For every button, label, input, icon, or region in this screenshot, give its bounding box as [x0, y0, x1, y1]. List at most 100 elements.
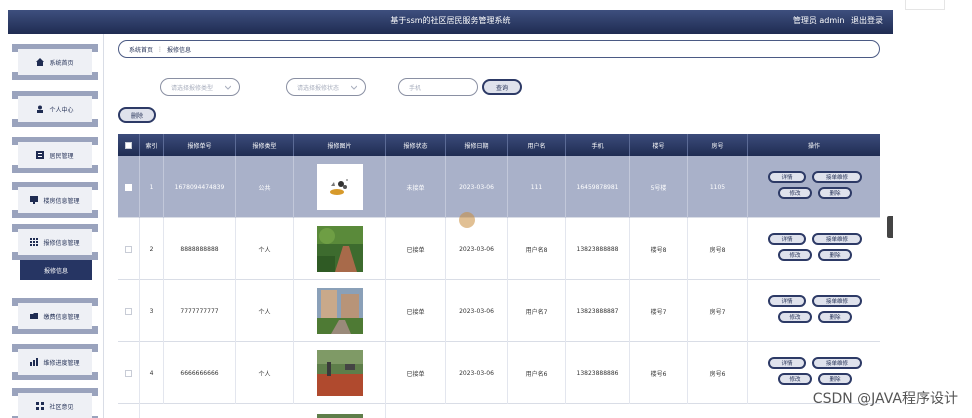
- cell-index: 2: [140, 218, 164, 280]
- cell-status: 已接单: [386, 342, 446, 404]
- row-select-cell[interactable]: [118, 218, 140, 280]
- cell-order-no: 8888888888: [164, 218, 236, 280]
- app-title: 基于ssm的社区居民服务管理系统: [390, 16, 511, 25]
- delete-button[interactable]: 删除: [118, 107, 156, 123]
- row-checkbox[interactable]: [125, 183, 132, 191]
- row-checkbox[interactable]: [125, 245, 132, 253]
- phone-input[interactable]: 手机: [398, 78, 478, 96]
- row-delete-button[interactable]: 删除: [818, 249, 852, 261]
- cell-building: 楼号8: [630, 218, 688, 280]
- sidebar-item-label: 系统首页: [49, 59, 74, 67]
- cell-phone: 13823888887: [566, 280, 630, 342]
- cell-image: [294, 280, 386, 342]
- repair-image-cartoon[interactable]: [316, 164, 363, 210]
- header-room: 房号: [688, 134, 748, 156]
- edit-button[interactable]: 修改: [778, 249, 812, 261]
- scroll-handle[interactable]: [887, 216, 893, 238]
- home-icon: [36, 58, 45, 66]
- row-select-cell[interactable]: [118, 280, 140, 342]
- cell-date: 2023-03-06: [446, 280, 508, 342]
- repair-status-select[interactable]: 请选择报修状态: [286, 78, 366, 96]
- accept-repair-button[interactable]: 接单维修: [812, 171, 862, 183]
- cell-date: 2023-03-06: [446, 156, 508, 218]
- accept-repair-button[interactable]: 接单维修: [812, 233, 862, 245]
- row-delete-button[interactable]: 删除: [818, 311, 852, 323]
- table-row[interactable]: 4 6666666666 个人 已接单 2023-03-06 用户名6 1382…: [118, 342, 880, 404]
- sidebar-item-repairs[interactable]: 报修信息管理: [12, 224, 98, 260]
- repair-image-playground[interactable]: [316, 350, 363, 396]
- query-button[interactable]: 查询: [482, 79, 522, 95]
- detail-button[interactable]: 详情: [768, 295, 806, 307]
- user-icon: [37, 105, 44, 113]
- edit-button[interactable]: 修改: [778, 187, 812, 199]
- sidebar-item-buildings[interactable]: 楼房信息管理: [12, 182, 98, 218]
- accept-repair-button[interactable]: 接单维修: [812, 295, 862, 307]
- repair-image-apartments[interactable]: [316, 288, 363, 334]
- sidebar-item-label: 报修信息管理: [43, 239, 80, 247]
- sidebar-item-home[interactable]: 系统首页: [12, 44, 98, 80]
- watermark-text: CSDN @JAVA程序设计: [812, 391, 958, 407]
- breadcrumb: 系统首页 ⋮ 报修信息: [118, 40, 880, 58]
- cell-room: 房号6: [688, 342, 748, 404]
- detail-button[interactable]: 详情: [768, 357, 806, 369]
- sidebar-item-progress[interactable]: 维修进度管理: [12, 344, 98, 380]
- sidebar-item-label: 楼房信息管理: [43, 197, 80, 205]
- cell-index: 3: [140, 280, 164, 342]
- logout-link[interactable]: 退出登录: [851, 16, 883, 25]
- table-header: 索引 报修单号 报修类型 报修图片 报修状态 报修日期 用户名 手机 楼号 房号…: [118, 134, 880, 156]
- sidebar-item-profile[interactable]: 个人中心: [12, 91, 98, 127]
- phone-placeholder: 手机: [409, 84, 422, 92]
- row-select-cell[interactable]: [118, 156, 140, 218]
- cell-username: 用户名8: [508, 218, 566, 280]
- cell-type: 个人: [236, 280, 294, 342]
- accept-repair-button[interactable]: 接单维修: [812, 357, 862, 369]
- edit-button[interactable]: 修改: [778, 373, 812, 385]
- row-checkbox[interactable]: [125, 307, 132, 315]
- list-icon: [36, 151, 45, 159]
- repair-image-garden[interactable]: [316, 226, 363, 272]
- cell-type: 个人: [236, 218, 294, 280]
- sidebar-item-label: 维修进度管理: [43, 359, 80, 367]
- table-row[interactable]: 2 8888888888 个人 已接单 2023-03-06 用户名8 1382…: [118, 218, 880, 280]
- cell-building: 楼号6: [630, 342, 688, 404]
- sidebar-item-payments[interactable]: 缴费信息管理: [12, 298, 98, 334]
- apps-icon: [36, 402, 45, 410]
- chevron-down-icon: [225, 85, 231, 90]
- cell-date: 2023-03-06: [446, 342, 508, 404]
- repair-status-placeholder: 请选择报修状态: [297, 84, 340, 92]
- header-date: 报修日期: [446, 134, 508, 156]
- cell-index: 4: [140, 342, 164, 404]
- current-user: 管理员 admin: [792, 16, 845, 25]
- table-row-partial: [118, 404, 880, 418]
- header-select-all[interactable]: [118, 134, 140, 156]
- user-area: 管理员 admin 退出登录: [789, 15, 883, 26]
- header-type: 报修类型: [236, 134, 294, 156]
- table-row[interactable]: 1 1678094474839 公共 未接单 2023-03-06 111 16…: [118, 156, 880, 218]
- cell-date: 2023-03-06: [446, 218, 508, 280]
- detail-button[interactable]: 详情: [768, 233, 806, 245]
- edit-button[interactable]: 修改: [778, 311, 812, 323]
- detail-button[interactable]: 详情: [768, 171, 806, 183]
- cell-type: 公共: [236, 156, 294, 218]
- repair-image-partial: [316, 414, 363, 418]
- cell-room: 房号7: [688, 280, 748, 342]
- row-delete-button[interactable]: 删除: [818, 187, 852, 199]
- row-delete-button[interactable]: 删除: [818, 373, 852, 385]
- chart-icon: [30, 358, 39, 366]
- row-checkbox[interactable]: [125, 369, 132, 377]
- cell-phone: 16459878981: [566, 156, 630, 218]
- row-select-cell[interactable]: [118, 342, 140, 404]
- cell-actions: 详情 接单维修 修改 删除: [748, 156, 880, 218]
- submenu-repair-info[interactable]: 报修信息: [20, 260, 92, 280]
- sidebar-item-residents[interactable]: 居民管理: [12, 137, 98, 173]
- repair-type-select[interactable]: 请选择报修类型: [160, 78, 240, 96]
- cell-username: 用户名7: [508, 280, 566, 342]
- app-window: 基于ssm的社区居民服务管理系统 管理员 admin 退出登录 系统首页 个人中…: [8, 10, 893, 418]
- breadcrumb-current: 报修信息: [167, 46, 192, 54]
- select-all-checkbox[interactable]: [125, 141, 132, 149]
- sidebar-item-feedback[interactable]: 社区意见: [12, 388, 98, 418]
- table-row[interactable]: 3 7777777777 个人 已接单 2023-03-06 用户名7 1382…: [118, 280, 880, 342]
- breadcrumb-home[interactable]: 系统首页: [129, 45, 153, 54]
- sidebar-item-label: 居民管理: [49, 152, 74, 160]
- sidebar-item-label: 社区意见: [49, 403, 74, 411]
